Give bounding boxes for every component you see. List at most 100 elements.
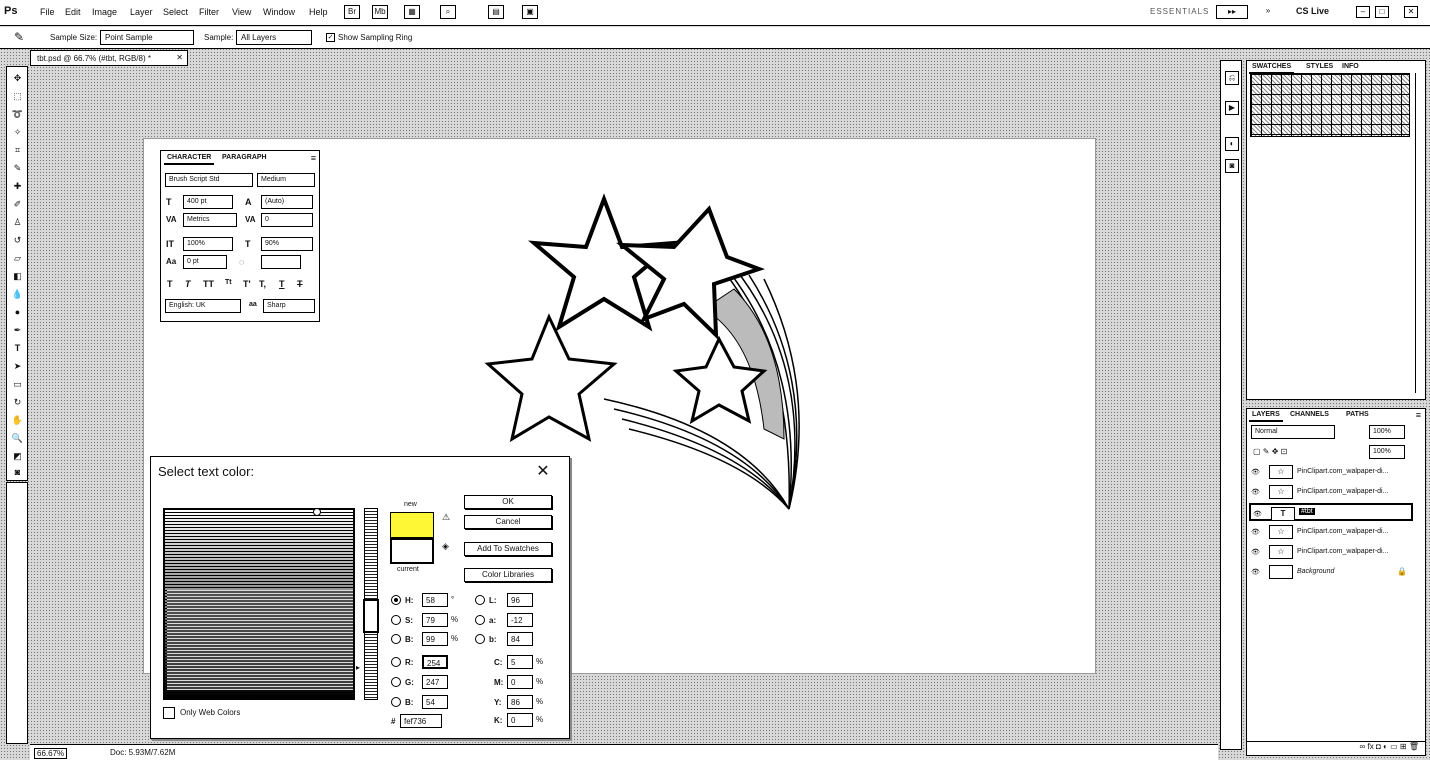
zoom-level-icon[interactable]: ⌕ <box>440 5 456 19</box>
new-layer-icon[interactable]: ⊞ <box>1400 742 1407 751</box>
tab-close-icon[interactable]: ✕ <box>176 53 183 62</box>
healing-brush-icon[interactable]: ✚ <box>10 179 25 193</box>
eye-icon[interactable]: 👁 <box>1251 468 1260 476</box>
layer-row[interactable]: 👁 Background 🔒 <box>1249 563 1413 581</box>
menu-image[interactable]: Image <box>92 7 117 17</box>
3d-rotate-icon[interactable]: ↻ <box>10 395 25 409</box>
add-to-swatches-button[interactable]: Add To Swatches <box>464 542 552 556</box>
tab-channels[interactable]: CHANNELS <box>1287 410 1332 422</box>
input-blue[interactable]: 54 <box>422 695 448 709</box>
radio-g[interactable] <box>391 677 401 687</box>
menu-window[interactable]: Window <box>263 7 295 17</box>
link-layers-icon[interactable]: ∞ <box>1360 742 1366 751</box>
ok-button[interactable]: OK <box>464 495 552 509</box>
eraser-tool-icon[interactable]: ▱ <box>10 251 25 265</box>
dodge-tool-icon[interactable]: ● <box>10 305 25 319</box>
masks-panel-icon[interactable]: ◙ <box>1225 159 1239 173</box>
color-field[interactable] <box>163 508 355 700</box>
new-group-icon[interactable]: ▭ <box>1390 742 1398 751</box>
actions-panel-icon[interactable]: ▶ <box>1225 101 1239 115</box>
faux-italic-icon[interactable]: T <box>185 279 191 289</box>
cancel-button[interactable]: Cancel <box>464 515 552 529</box>
more-workspaces-icon[interactable]: » <box>1260 5 1276 19</box>
out-of-gamut-warning-icon[interactable]: ⚠ <box>442 512 450 523</box>
layer-row[interactable]: 👁 ☆ PinClipart.com_walpaper-di... <box>1249 543 1413 561</box>
tab-character[interactable]: CHARACTER <box>164 153 215 165</box>
menu-layer[interactable]: Layer <box>130 7 153 17</box>
radio-b[interactable] <box>391 634 401 644</box>
eyedropper-icon[interactable]: ✎ <box>10 161 25 175</box>
fill-field[interactable]: 100% <box>1369 445 1405 459</box>
radio-l[interactable] <box>475 595 485 605</box>
input-g[interactable]: 247 <box>422 675 448 689</box>
radio-blue[interactable] <box>391 697 401 707</box>
workspace-label[interactable]: ESSENTIALS <box>1150 7 1209 16</box>
zoom-tool-icon[interactable]: 🔍 <box>10 431 25 445</box>
marquee-tool-icon[interactable]: ⬚ <box>10 89 25 103</box>
layers-menu-icon[interactable]: ≡ <box>1416 410 1421 420</box>
menu-filter[interactable]: Filter <box>199 7 219 17</box>
screen-mode-icon[interactable]: ▣ <box>522 5 538 19</box>
layer-row[interactable]: 👁 ☆ PinClipart.com_walpaper-di... <box>1249 483 1413 501</box>
kerning-field[interactable]: Metrics <box>183 213 237 227</box>
minimize-icon[interactable]: – <box>1356 6 1370 18</box>
language-select[interactable]: English: UK <box>165 299 241 313</box>
radio-lab-b[interactable] <box>475 634 485 644</box>
clone-stamp-icon[interactable]: ♙ <box>10 215 25 229</box>
bridge-icon[interactable]: Br <box>344 5 360 19</box>
quick-select-tool-icon[interactable]: ✧ <box>10 125 25 139</box>
input-a[interactable]: -12 <box>507 613 533 627</box>
current-color-swatch[interactable] <box>390 538 434 564</box>
eye-icon[interactable]: 👁 <box>1251 568 1260 576</box>
small-caps-icon[interactable]: Tt <box>225 279 232 286</box>
font-family-select[interactable]: Brush Script Std <box>165 173 253 187</box>
font-size-field[interactable]: 400 pt <box>183 195 233 209</box>
baseline-field[interactable]: 0 pt <box>183 255 227 269</box>
lock-controls-icon[interactable]: ▢ ✎ ✥ ⊡ <box>1253 447 1287 456</box>
path-select-icon[interactable]: ➤ <box>10 359 25 373</box>
antialias-select[interactable]: Sharp <box>263 299 315 313</box>
input-h[interactable]: 58 <box>422 593 448 607</box>
tracking-field[interactable]: 0 <box>261 213 313 227</box>
input-b[interactable]: 99 <box>422 632 448 646</box>
input-y[interactable]: 86 <box>507 695 533 709</box>
layer-row[interactable]: 👁 ☆ PinClipart.com_walpaper-di... <box>1249 463 1413 481</box>
tab-paragraph[interactable]: PARAGRAPH <box>219 153 270 165</box>
adjustment-layer-icon[interactable]: ◐ <box>1383 742 1388 751</box>
history-panel-icon[interactable]: ⎌ <box>1225 71 1239 85</box>
brush-tool-icon[interactable]: ✐ <box>10 197 25 211</box>
delete-layer-icon[interactable]: 🗑 <box>1409 742 1419 751</box>
history-brush-icon[interactable]: ↺ <box>10 233 25 247</box>
color-field-marker[interactable] <box>313 508 321 516</box>
tab-layers[interactable]: LAYERS <box>1249 410 1283 422</box>
radio-a[interactable] <box>475 615 485 625</box>
horizontal-scale-field[interactable]: 90% <box>261 237 313 251</box>
menu-edit[interactable]: Edit <box>65 7 81 17</box>
color-libraries-button[interactable]: Color Libraries <box>464 568 552 582</box>
input-l[interactable]: 96 <box>507 593 533 607</box>
eye-icon[interactable]: 👁 <box>1251 488 1260 496</box>
font-style-select[interactable]: Medium <box>257 173 315 187</box>
view-extras-icon[interactable]: ▦ <box>404 5 420 19</box>
show-ring-checkbox[interactable]: ✓ <box>326 33 335 42</box>
fx-icon[interactable]: fx <box>1367 742 1373 751</box>
input-k[interactable]: 0 <box>507 713 533 727</box>
input-c[interactable]: 5 <box>507 655 533 669</box>
hue-slider[interactable] <box>363 508 379 700</box>
menu-select[interactable]: Select <box>163 7 188 17</box>
sample-select[interactable]: All Layers <box>236 30 312 45</box>
swatch-grid[interactable] <box>1250 73 1410 137</box>
input-lab-b[interactable]: 84 <box>507 632 533 646</box>
panel-menu-icon[interactable]: ≡ <box>311 153 316 163</box>
eye-icon[interactable]: 👁 <box>1253 510 1262 518</box>
hand-tool-icon[interactable]: ✋ <box>10 413 25 427</box>
all-caps-icon[interactable]: TT <box>203 279 214 289</box>
radio-r[interactable] <box>391 657 401 667</box>
shape-tool-icon[interactable]: ▭ <box>10 377 25 391</box>
menu-view[interactable]: View <box>232 7 251 17</box>
strikethrough-icon[interactable]: T <box>297 279 303 289</box>
type-tool-icon[interactable]: T <box>10 341 25 355</box>
only-web-colors-checkbox[interactable] <box>163 707 175 719</box>
document-tab[interactable]: tbt.psd @ 66.7% (#tbt, RGB/8) * ✕ <box>30 50 188 66</box>
radio-h[interactable] <box>391 595 401 605</box>
